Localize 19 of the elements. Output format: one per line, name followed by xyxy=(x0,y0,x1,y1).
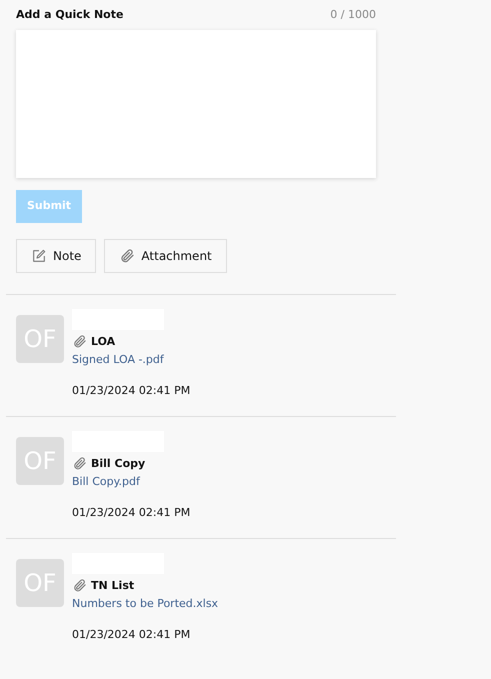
file-link[interactable]: Numbers to be Ported.xlsx xyxy=(72,596,218,612)
attachment-title: LOA xyxy=(91,334,116,350)
timestamp: 01/23/2024 02:41 PM xyxy=(72,504,190,520)
attachment-button[interactable]: Attachment xyxy=(104,238,227,272)
note-button[interactable]: Note xyxy=(16,238,96,272)
file-link[interactable]: Bill Copy.pdf xyxy=(72,474,190,490)
paperclip-icon xyxy=(72,334,87,350)
timestamp: 01/23/2024 02:41 PM xyxy=(72,382,190,398)
file-link[interactable]: Signed LOA -.pdf xyxy=(72,352,190,368)
edit-icon xyxy=(31,248,47,264)
timestamp: 01/23/2024 02:41 PM xyxy=(72,626,192,642)
note-field[interactable] xyxy=(16,30,376,178)
attachment-title: TN List xyxy=(91,578,134,594)
paperclip-icon xyxy=(72,456,87,472)
paperclip-icon xyxy=(119,248,136,264)
paperclip-icon xyxy=(72,578,87,594)
attachment-title: Bill Copy xyxy=(91,456,146,472)
character-counter: 0 / 1000 xyxy=(330,7,376,23)
note-label: Add a Quick Note xyxy=(16,7,124,23)
